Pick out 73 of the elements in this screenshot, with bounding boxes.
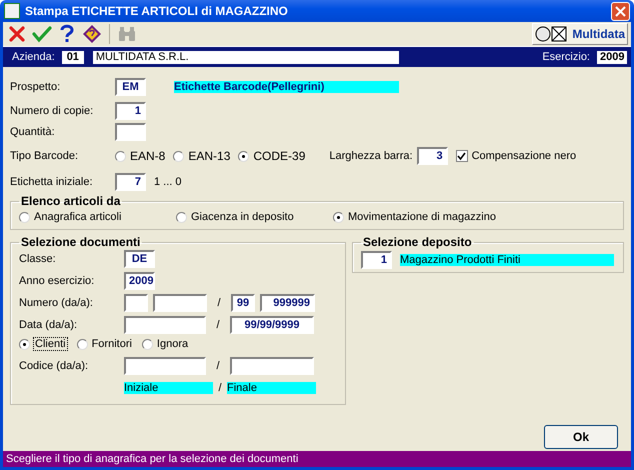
input-field[interactable]: 999999 (260, 294, 315, 312)
description-field: Magazzino Prodotti Finiti (400, 254, 614, 266)
radio-label: Giacenza in deposito (191, 211, 294, 223)
description-field: Etichette Barcode(Pellegrini) (174, 81, 399, 93)
input-field[interactable] (124, 316, 206, 334)
input-field[interactable]: 3 (416, 147, 448, 165)
input-field[interactable]: 2009 (124, 272, 155, 290)
status-bar: Scegliere il tipo di anagrafica per la selezione dei documenti (3, 451, 631, 467)
input-field[interactable]: 99 (231, 294, 255, 312)
close-button[interactable] (611, 2, 630, 20)
input-field[interactable] (230, 357, 314, 375)
input-field[interactable]: EM (115, 78, 146, 96)
separator-text: / (217, 382, 223, 394)
radio-button[interactable]: Clienti (19, 338, 67, 350)
binoculars-icon (117, 25, 137, 43)
separator-text: / (216, 297, 222, 309)
field-label: Numero di copie: (10, 105, 94, 117)
field-label: Larghezza barra: (329, 150, 413, 162)
app-icon (4, 3, 20, 19)
radio-label: Fornitori (92, 338, 132, 350)
radio-button[interactable]: Ignora (142, 338, 188, 350)
input-field[interactable]: 1 (361, 251, 392, 269)
ok-button[interactable]: Ok (544, 425, 618, 449)
radio-button[interactable]: CODE-39 (238, 149, 306, 163)
input-field[interactable]: 7 (115, 173, 146, 191)
year-value: 2009 (597, 50, 627, 64)
group-title: Selezione deposito (362, 235, 473, 249)
radio-button[interactable]: Anagrafica articoli (19, 211, 176, 223)
cancel-icon (8, 25, 26, 43)
range-text: 1 ... 0 (154, 176, 182, 188)
separator-text: / (215, 319, 221, 331)
group-title: Elenco articoli da (20, 194, 122, 208)
separator-text: / (215, 360, 221, 372)
input-field[interactable] (124, 294, 148, 312)
radio-button[interactable]: Giacenza in deposito (176, 211, 333, 223)
input-field[interactable] (153, 294, 207, 312)
close-icon (615, 6, 626, 16)
field-label: Quantità: (10, 126, 56, 138)
radio-label: Clienti (34, 338, 67, 350)
toolbar-button[interactable] (81, 23, 103, 45)
input-field[interactable]: DE (124, 250, 155, 268)
radio-button[interactable]: Fornitori (76, 338, 132, 350)
field-label: Anno esercizio: (19, 275, 96, 287)
field-label: Numero (da/a): (19, 297, 94, 309)
company-code: 01 (62, 50, 84, 64)
check-icon (32, 25, 52, 43)
company-label: Azienda: (12, 51, 55, 63)
field-label: Codice (da/a): (19, 360, 90, 372)
radio-label: EAN-13 (188, 149, 230, 163)
field-label: Data (da/a): (19, 319, 78, 331)
field-label: Classe: (19, 253, 57, 265)
input-field[interactable] (115, 123, 146, 141)
company-name: MULTIDATA S.R.L. (92, 50, 399, 64)
group-title: Selezione documenti (20, 235, 142, 249)
field-label: Prospetto: (10, 81, 62, 93)
radio-label: Anagrafica articoli (34, 211, 122, 223)
input-field[interactable]: 1 (115, 102, 146, 120)
brand-name: Multidata (572, 27, 625, 41)
book-icon (82, 24, 102, 44)
year-label: Esercizio: (542, 51, 590, 63)
radio-button[interactable]: EAN-8 (115, 149, 166, 163)
field-label: Tipo Barcode: (10, 150, 80, 162)
radio-label: Ignora (156, 338, 188, 350)
radio-label: CODE-39 (253, 149, 306, 163)
help-icon (60, 24, 74, 44)
radio-label: EAN-8 (130, 149, 166, 163)
field-label: Etichetta iniziale: (10, 176, 94, 188)
input-field[interactable] (124, 357, 206, 375)
description-field: Finale (227, 382, 316, 394)
input-field[interactable]: 99/99/9999 (230, 316, 314, 334)
window-title: Stampa ETICHETTE ARTICOLI di MAGAZZINO (25, 4, 289, 18)
description-field: Iniziale (124, 382, 213, 394)
radio-button[interactable]: EAN-13 (173, 149, 230, 163)
